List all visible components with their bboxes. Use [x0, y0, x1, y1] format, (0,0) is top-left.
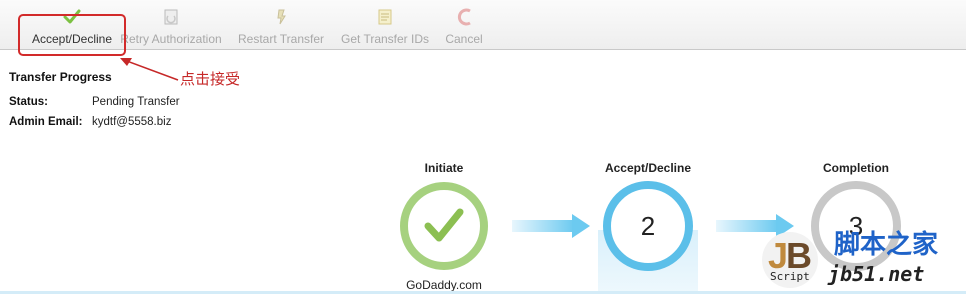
document-refresh-icon: [164, 9, 178, 25]
watermark-script: Script: [770, 270, 810, 283]
id-list-icon: [378, 9, 392, 25]
watermark-brand: 脚本之家: [834, 230, 939, 260]
restart-transfer-button[interactable]: Restart Transfer: [234, 8, 328, 46]
admin-email-value: kydtf@5558.biz: [92, 116, 172, 128]
restart-icon: [277, 9, 286, 25]
cancel-label: Cancel: [445, 32, 483, 46]
step-number: 2: [640, 211, 656, 241]
step-accept-decline-circle: 2: [603, 181, 693, 271]
restart-transfer-label: Restart Transfer: [237, 32, 325, 46]
watermark-url: jb51.net: [828, 262, 925, 286]
step-title-completion: Completion: [823, 161, 889, 175]
cancel-button[interactable]: Cancel: [442, 8, 486, 46]
retry-authorization-button[interactable]: Retry Authorization: [118, 8, 224, 46]
watermark-logo: J B Script: [760, 220, 820, 290]
get-transfer-ids-label: Get Transfer IDs: [340, 32, 430, 46]
status-value: Pending Transfer: [92, 96, 180, 108]
get-transfer-ids-button[interactable]: Get Transfer IDs: [338, 8, 432, 46]
step-initiate-circle: [400, 182, 488, 270]
annotation-text: 点击接受: [180, 70, 241, 88]
cancel-icon: [457, 8, 471, 26]
admin-email-label: Admin Email:: [9, 116, 83, 128]
annotation-arrow-icon: [120, 58, 179, 81]
step-title-accept-decline: Accept/Decline: [604, 161, 692, 175]
checkmark-icon: [424, 208, 464, 242]
progress-arrow-icon: [512, 214, 590, 238]
transfer-toolbar: Accept/Decline Retry Authorization Resta…: [0, 0, 966, 50]
status-label: Status:: [9, 96, 48, 108]
step-initiate-sub-label: GoDaddy.com: [406, 278, 482, 292]
retry-authorization-label: Retry Authorization: [120, 32, 222, 46]
step-title-initiate: Initiate: [424, 161, 464, 175]
section-title: Transfer Progress: [9, 70, 112, 84]
